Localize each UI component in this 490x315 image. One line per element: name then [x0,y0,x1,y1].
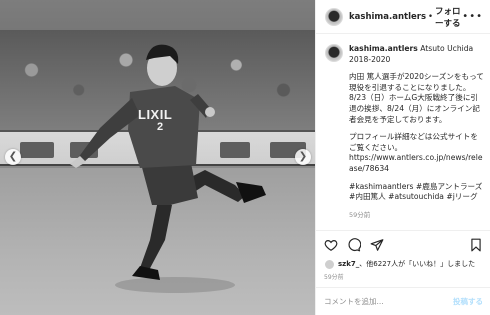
heart-icon[interactable] [324,238,338,252]
caption-title: Atsuto Uchida [420,44,474,53]
next-image-button[interactable]: ❯ [295,149,311,165]
posted-time: 59分前 [324,274,344,281]
caption-username[interactable]: kashima.antlers [349,44,418,53]
likes-text: 、他6227人が「いいね！」しました [359,260,476,268]
caption-time: 59分前 [349,210,371,219]
caption-paragraph-1: 内田 篤人選手が2020シーズンをもって現役を引退することになりました。8/23… [349,72,484,124]
likes-summary[interactable]: szk7_、他6227人が「いいね！」しました [324,258,488,270]
chevron-left-icon: ❮ [8,151,18,162]
jersey-number: 2 [157,121,164,133]
player-figure [70,44,266,293]
caption-paragraph-2: プロフィール詳細などは公式サイトをご覧ください。 [349,132,478,152]
comment-input[interactable]: コメントを追加... [324,296,384,307]
liker-avatar [324,258,335,270]
post-header: kashima.antlers • フォローする ••• [316,0,490,34]
share-icon[interactable] [370,238,384,252]
previous-image-button[interactable]: ❮ [5,149,21,165]
more-horizontal-icon[interactable]: ••• [462,11,483,22]
header-username[interactable]: kashima.antlers [349,12,426,22]
post-side-panel: kashima.antlers • フォローする ••• kashima.ant… [315,0,490,315]
comment-icon[interactable] [347,237,361,252]
comment-bar: コメントを追加... 投稿する [316,287,490,315]
caption-hashtags[interactable]: #kashimaantlers #鹿島アントラーズ #内田篤人 #atsutou… [349,182,485,203]
jersey-sponsor-text: LIXIL [138,107,173,122]
post-photo[interactable]: LIXIL 2 ❮ ❯ [0,0,315,315]
caption-link[interactable]: https://www.antlers.co.jp/news/release/7… [349,153,483,173]
caption-avatar[interactable] [325,44,343,62]
avatar[interactable] [325,7,343,26]
follow-button[interactable]: フォローする [435,5,462,29]
chevron-right-icon: ❯ [298,151,308,162]
post-comment-button[interactable]: 投稿する [453,296,483,307]
liker-username[interactable]: szk7_ [338,260,359,268]
action-bar [316,230,490,258]
caption-years: 2018-2020 [349,54,391,64]
post-caption: kashima.antlers Atsuto Uchida 2018-2020 … [325,44,485,220]
bookmark-icon[interactable] [469,238,483,252]
separator-dot: • [428,11,434,22]
